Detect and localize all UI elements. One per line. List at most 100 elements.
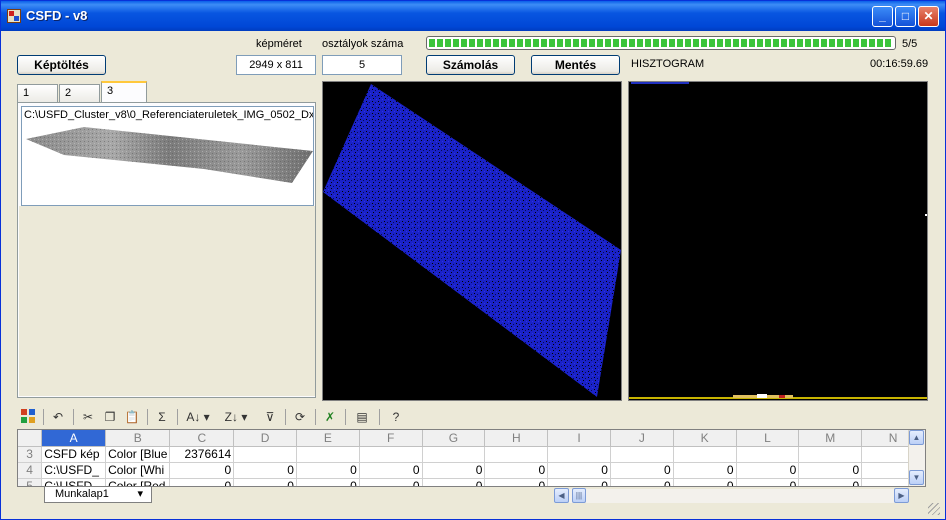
- table-cell[interactable]: 0: [484, 478, 549, 486]
- cluster-image-view[interactable]: [322, 81, 622, 401]
- scroll-right-button[interactable]: ▶: [894, 488, 909, 503]
- spreadsheet-grid[interactable]: A B C D E F G H I J K L M N 3 CSFD kép Color [Blue 237661…: [17, 429, 926, 487]
- vertical-scrollbar[interactable]: ▲ ▼: [908, 430, 925, 486]
- table-cell[interactable]: Color [Red: [105, 478, 171, 486]
- table-cell[interactable]: 0: [422, 462, 486, 479]
- cut-icon[interactable]: ✂: [79, 408, 97, 426]
- table-cell[interactable]: 2376614: [169, 446, 235, 463]
- table-cell[interactable]: 0: [736, 478, 800, 486]
- table-cell[interactable]: 0: [169, 462, 235, 479]
- image-size-field[interactable]: 2949 x 811: [236, 55, 316, 75]
- property-toolbox-icon[interactable]: ▤: [353, 408, 371, 426]
- table-cell[interactable]: 0: [296, 478, 360, 486]
- office-icon[interactable]: [19, 408, 37, 426]
- row-header[interactable]: 4: [18, 462, 43, 479]
- column-header[interactable]: B: [105, 430, 171, 447]
- sort-descending-icon[interactable]: Z↓ ▾: [221, 408, 251, 426]
- column-header[interactable]: C: [169, 430, 235, 447]
- table-cell[interactable]: 0: [359, 462, 423, 479]
- column-header[interactable]: L: [736, 430, 800, 447]
- app-icon[interactable]: [7, 9, 21, 23]
- table-cell[interactable]: 0: [233, 462, 297, 479]
- resize-grip[interactable]: [928, 503, 940, 515]
- chevron-down-icon[interactable]: ▾: [137, 487, 143, 501]
- save-button[interactable]: Mentés: [531, 55, 620, 75]
- column-header[interactable]: I: [547, 430, 611, 447]
- histogram-view[interactable]: [628, 81, 928, 401]
- table-cell[interactable]: 0: [296, 462, 360, 479]
- image-list-box[interactable]: C:\USFD_Cluster_v8\0_Referenciateruletek…: [21, 106, 314, 206]
- column-header[interactable]: J: [610, 430, 674, 447]
- table-cell[interactable]: [673, 446, 737, 463]
- table-cell[interactable]: 0: [547, 462, 611, 479]
- scroll-up-button[interactable]: ▲: [909, 430, 924, 445]
- row-header[interactable]: 3: [18, 446, 43, 463]
- maximize-button[interactable]: □: [895, 6, 916, 27]
- table-cell[interactable]: [736, 446, 800, 463]
- table-cell[interactable]: 0: [610, 462, 674, 479]
- scroll-left-button[interactable]: ◀: [554, 488, 569, 503]
- column-header[interactable]: G: [422, 430, 486, 447]
- table-cell[interactable]: 0: [798, 462, 863, 479]
- table-cell[interactable]: 0: [359, 478, 423, 486]
- tab-2[interactable]: 2: [59, 84, 100, 102]
- table-cell[interactable]: 0: [169, 478, 235, 486]
- column-header[interactable]: A: [41, 430, 107, 447]
- copy-icon[interactable]: ❐: [101, 408, 119, 426]
- table-cell[interactable]: 0: [798, 478, 863, 486]
- table-cell[interactable]: 0: [610, 478, 674, 486]
- class-count-field[interactable]: 5: [322, 55, 402, 75]
- table-cell[interactable]: [610, 446, 674, 463]
- refresh-icon[interactable]: ⟳: [291, 408, 309, 426]
- paste-icon[interactable]: 📋: [123, 408, 141, 426]
- table-cell[interactable]: [484, 446, 549, 463]
- table-cell[interactable]: 0: [233, 478, 297, 486]
- table-cell[interactable]: [359, 446, 423, 463]
- table-cell[interactable]: 0: [484, 462, 549, 479]
- table-cell[interactable]: 0: [547, 478, 611, 486]
- tab-3[interactable]: 3: [101, 81, 147, 103]
- row-header[interactable]: 5: [18, 478, 43, 486]
- progress-counter: 5/5: [902, 38, 918, 50]
- horizontal-scrollbar[interactable]: ◀ ||| ▶: [554, 488, 909, 503]
- image-size-label: képméret: [256, 38, 302, 50]
- sort-ascending-icon[interactable]: A↓ ▾: [183, 408, 213, 426]
- table-cell[interactable]: CSFD kép: [41, 446, 107, 463]
- column-header[interactable]: E: [296, 430, 360, 447]
- table-cell[interactable]: [296, 446, 360, 463]
- undo-icon[interactable]: ↶: [49, 408, 67, 426]
- load-image-button[interactable]: Képtöltés: [17, 55, 106, 75]
- table-cell[interactable]: 0: [673, 462, 737, 479]
- sum-icon[interactable]: Σ: [153, 408, 171, 426]
- table-cell[interactable]: 0: [736, 462, 800, 479]
- minimize-button[interactable]: _: [872, 6, 893, 27]
- table-cell[interactable]: Color [Whi: [105, 462, 171, 479]
- column-header[interactable]: M: [798, 430, 863, 447]
- table-cell[interactable]: 0: [673, 478, 737, 486]
- table-cell[interactable]: [798, 446, 863, 463]
- image-thumbnail: [24, 125, 313, 205]
- close-button[interactable]: ✕: [918, 6, 939, 27]
- scroll-down-button[interactable]: ▼: [909, 470, 924, 485]
- export-icon[interactable]: ✗: [321, 408, 339, 426]
- column-header[interactable]: H: [484, 430, 549, 447]
- table-cell[interactable]: 0: [422, 478, 486, 486]
- column-header[interactable]: D: [233, 430, 297, 447]
- autofilter-icon[interactable]: ⊽: [261, 408, 279, 426]
- column-header[interactable]: K: [673, 430, 737, 447]
- calculate-button[interactable]: Számolás: [426, 55, 515, 75]
- tab-1[interactable]: 1: [17, 84, 58, 102]
- table-cell[interactable]: C:\USFD_: [41, 462, 107, 479]
- scroll-thumb[interactable]: |||: [572, 488, 586, 503]
- sheet-tab-label: Munkalap1: [55, 488, 109, 500]
- help-icon[interactable]: ?: [387, 408, 405, 426]
- table-cell[interactable]: C:\USFD_: [41, 478, 107, 486]
- column-header[interactable]: F: [359, 430, 423, 447]
- select-all-corner[interactable]: [18, 430, 43, 447]
- table-cell[interactable]: [233, 446, 297, 463]
- table-cell[interactable]: Color [Blue: [105, 446, 171, 463]
- title-bar[interactable]: CSFD - v8 _ □ ✕: [1, 1, 945, 31]
- table-cell[interactable]: [547, 446, 611, 463]
- table-cell[interactable]: [422, 446, 486, 463]
- sheet-tab-munkalap1[interactable]: Munkalap1 ▾: [44, 487, 152, 503]
